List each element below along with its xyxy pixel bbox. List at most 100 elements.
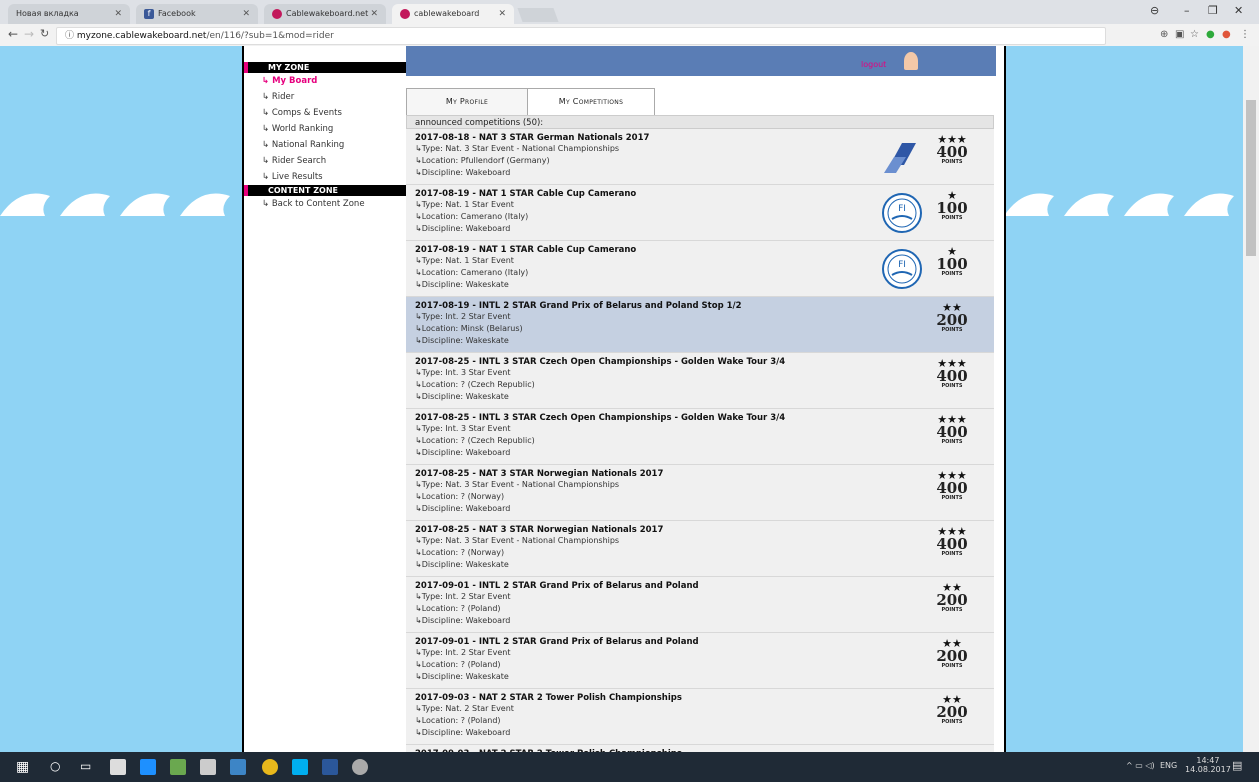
close-window-icon[interactable]: ✕ bbox=[1234, 4, 1243, 17]
competition-title[interactable]: 2017-08-25 - NAT 3 STAR Norwegian Nation… bbox=[415, 469, 994, 479]
competition-location: ↳Location: ? (Czech Republic) bbox=[415, 380, 535, 389]
competition-title[interactable]: 2017-08-25 - INTL 3 STAR Czech Open Cham… bbox=[415, 357, 994, 367]
extension-icon[interactable]: ● bbox=[1222, 29, 1231, 40]
word-icon[interactable] bbox=[322, 759, 338, 775]
competition-row[interactable]: 2017-08-25 - INTL 3 STAR Czech Open Cham… bbox=[406, 409, 994, 465]
page-scrollbar[interactable] bbox=[1243, 46, 1259, 752]
sidebar-item-rider[interactable]: ↳ Rider bbox=[244, 89, 408, 105]
competition-discipline: ↳Discipline: Wakeboard bbox=[415, 448, 511, 457]
tab-label: My Profile bbox=[445, 97, 489, 106]
competition-row[interactable]: 2017-09-01 - INTL 2 STAR Grand Prix of B… bbox=[406, 633, 994, 689]
browser-tab[interactable]: Новая вкладка ✕ bbox=[8, 4, 130, 24]
tab-my-profile[interactable]: My Profile bbox=[406, 88, 528, 116]
store-icon[interactable] bbox=[200, 759, 216, 775]
close-icon[interactable]: ✕ bbox=[498, 4, 506, 24]
competition-row[interactable]: 2017-08-25 - NAT 3 STAR Norwegian Nation… bbox=[406, 465, 994, 521]
arrow-icon: ↳ bbox=[415, 604, 422, 613]
competition-title[interactable]: 2017-08-25 - INTL 3 STAR Czech Open Cham… bbox=[415, 413, 994, 423]
edge-icon[interactable] bbox=[140, 759, 156, 775]
competition-row[interactable]: 2017-08-19 - NAT 1 STAR Cable Cup Camera… bbox=[406, 241, 994, 297]
competition-title[interactable]: 2017-08-19 - INTL 2 STAR Grand Prix of B… bbox=[415, 301, 994, 311]
menu-icon[interactable]: ⋮ bbox=[1240, 29, 1250, 40]
competition-row[interactable]: 2017-08-19 - NAT 1 STAR Cable Cup Camera… bbox=[406, 185, 994, 241]
sidebar-item-comps-events[interactable]: ↳ Comps & Events bbox=[244, 105, 408, 121]
chrome-icon[interactable] bbox=[262, 759, 278, 775]
extension-check-icon[interactable]: ● bbox=[1206, 29, 1215, 40]
minimize-icon[interactable]: – bbox=[1184, 4, 1190, 17]
my-zone-header: MY ZONE bbox=[244, 62, 408, 73]
clock[interactable]: 14:47 14.08.2017 bbox=[1185, 756, 1231, 774]
sidebar-item-back-to-content[interactable]: ↳ Back to Content Zone bbox=[244, 196, 408, 212]
back-icon[interactable]: ← bbox=[8, 27, 18, 41]
sidebar-item-rider-search[interactable]: ↳ Rider Search bbox=[244, 153, 408, 169]
cablewakeboard-icon bbox=[400, 8, 410, 19]
wave-decoration bbox=[1004, 193, 1234, 216]
points-value: 400 bbox=[936, 143, 968, 161]
avatar bbox=[904, 52, 918, 70]
sidebar-item-world-ranking[interactable]: ↳ World Ranking bbox=[244, 121, 408, 137]
competition-title[interactable]: 2017-09-01 - INTL 2 STAR Grand Prix of B… bbox=[415, 581, 994, 591]
competition-title[interactable]: 2017-09-01 - INTL 2 STAR Grand Prix of B… bbox=[415, 637, 994, 647]
logout-link[interactable]: logout bbox=[861, 60, 886, 69]
forward-icon[interactable]: → bbox=[24, 27, 34, 41]
new-tab-button[interactable] bbox=[517, 8, 559, 22]
search-icon[interactable]: ○ bbox=[50, 759, 66, 775]
task-view-icon[interactable]: ▭ bbox=[80, 759, 96, 775]
close-icon[interactable]: ✕ bbox=[370, 4, 378, 24]
competition-row[interactable]: 2017-09-03 - NAT 2 STAR 2 Tower Polish C… bbox=[406, 745, 994, 752]
file-explorer-icon[interactable] bbox=[170, 759, 186, 775]
tab-my-competitions[interactable]: My Competitions bbox=[527, 88, 655, 116]
competition-location: ↳Location: ? (Poland) bbox=[415, 716, 501, 725]
arrow-icon: ↳ bbox=[415, 268, 422, 277]
competition-row[interactable]: 2017-08-18 - NAT 3 STAR German Nationals… bbox=[406, 129, 994, 185]
language-indicator[interactable]: ENG bbox=[1160, 761, 1177, 770]
arrow-icon: ↳ bbox=[415, 424, 422, 433]
sidebar-item-my-board[interactable]: ↳ My Board bbox=[244, 73, 408, 89]
calculator-icon[interactable] bbox=[110, 759, 126, 775]
competition-type: ↳Type: Int. 3 Star Event bbox=[415, 368, 511, 377]
tray-icons[interactable]: ^ ▭ ◁) bbox=[1126, 761, 1155, 770]
sidebar-item-label: Rider Search bbox=[271, 156, 327, 166]
competition-title[interactable]: 2017-09-03 - NAT 2 STAR 2 Tower Polish C… bbox=[415, 693, 994, 703]
notification-icon[interactable]: ▤ bbox=[1232, 759, 1242, 772]
windows-start-icon[interactable]: ▦ bbox=[16, 759, 32, 775]
url-path: /en/116/?sub=1&mod=rider bbox=[206, 31, 334, 41]
close-icon[interactable]: ✕ bbox=[114, 4, 122, 24]
arrow-icon: ↳ bbox=[415, 280, 422, 289]
arrow-icon: ↳ bbox=[415, 704, 422, 713]
competition-row[interactable]: 2017-09-03 - NAT 2 STAR 2 Tower Polish C… bbox=[406, 689, 994, 745]
reload-icon[interactable]: ↻ bbox=[40, 27, 49, 40]
arrow-icon: ↳ bbox=[415, 480, 422, 489]
competition-row[interactable]: 2017-08-25 - NAT 3 STAR Norwegian Nation… bbox=[406, 521, 994, 577]
info-icon[interactable]: ⓘ bbox=[65, 31, 77, 41]
competition-row[interactable]: 2017-09-01 - INTL 2 STAR Grand Prix of B… bbox=[406, 577, 994, 633]
zoom-icon[interactable]: ⊕ bbox=[1160, 29, 1168, 40]
arrow-icon: ↳ bbox=[262, 156, 272, 166]
url-field[interactable]: ⓘ myzone.cablewakeboard.net/en/116/?sub=… bbox=[56, 27, 1106, 45]
browser-tab-active[interactable]: cablewakeboard ✕ bbox=[392, 4, 514, 24]
restore-icon[interactable]: ❐ bbox=[1208, 4, 1218, 17]
close-icon[interactable]: ✕ bbox=[242, 4, 250, 24]
scrollbar-thumb[interactable] bbox=[1246, 100, 1256, 256]
competition-row[interactable]: 2017-08-19 - INTL 2 STAR Grand Prix of B… bbox=[406, 297, 994, 353]
competition-row[interactable]: 2017-08-25 - INTL 3 STAR Czech Open Cham… bbox=[406, 353, 994, 409]
sidebar-item-live-results[interactable]: ↳ Live Results bbox=[244, 169, 408, 185]
skype-icon[interactable] bbox=[292, 759, 308, 775]
sidebar-item-national-ranking[interactable]: ↳ National Ranking bbox=[244, 137, 408, 153]
browser-tab[interactable]: Cablewakeboard.net ✕ bbox=[264, 4, 386, 24]
wave-decoration bbox=[0, 193, 230, 216]
arrow-icon: ↳ bbox=[415, 592, 422, 601]
facebook-icon: f bbox=[144, 8, 154, 19]
profile-icon[interactable]: ⊖ bbox=[1150, 4, 1159, 17]
translate-icon[interactable]: ▣ bbox=[1175, 29, 1184, 40]
app-icon[interactable] bbox=[230, 759, 246, 775]
points-value: 200 bbox=[936, 703, 968, 721]
competition-discipline: ↳Discipline: Wakeskate bbox=[415, 392, 509, 401]
tab-label: My Competitions bbox=[558, 97, 624, 106]
points-badge: ★★★ 400 POINTS bbox=[932, 358, 972, 389]
browser-tab[interactable]: f Facebook ✕ bbox=[136, 4, 258, 24]
competition-location: ↳Location: ? (Czech Republic) bbox=[415, 436, 535, 445]
competition-title[interactable]: 2017-08-25 - NAT 3 STAR Norwegian Nation… bbox=[415, 525, 994, 535]
bookmark-star-icon[interactable]: ☆ bbox=[1190, 29, 1199, 40]
app-icon[interactable] bbox=[352, 759, 368, 775]
